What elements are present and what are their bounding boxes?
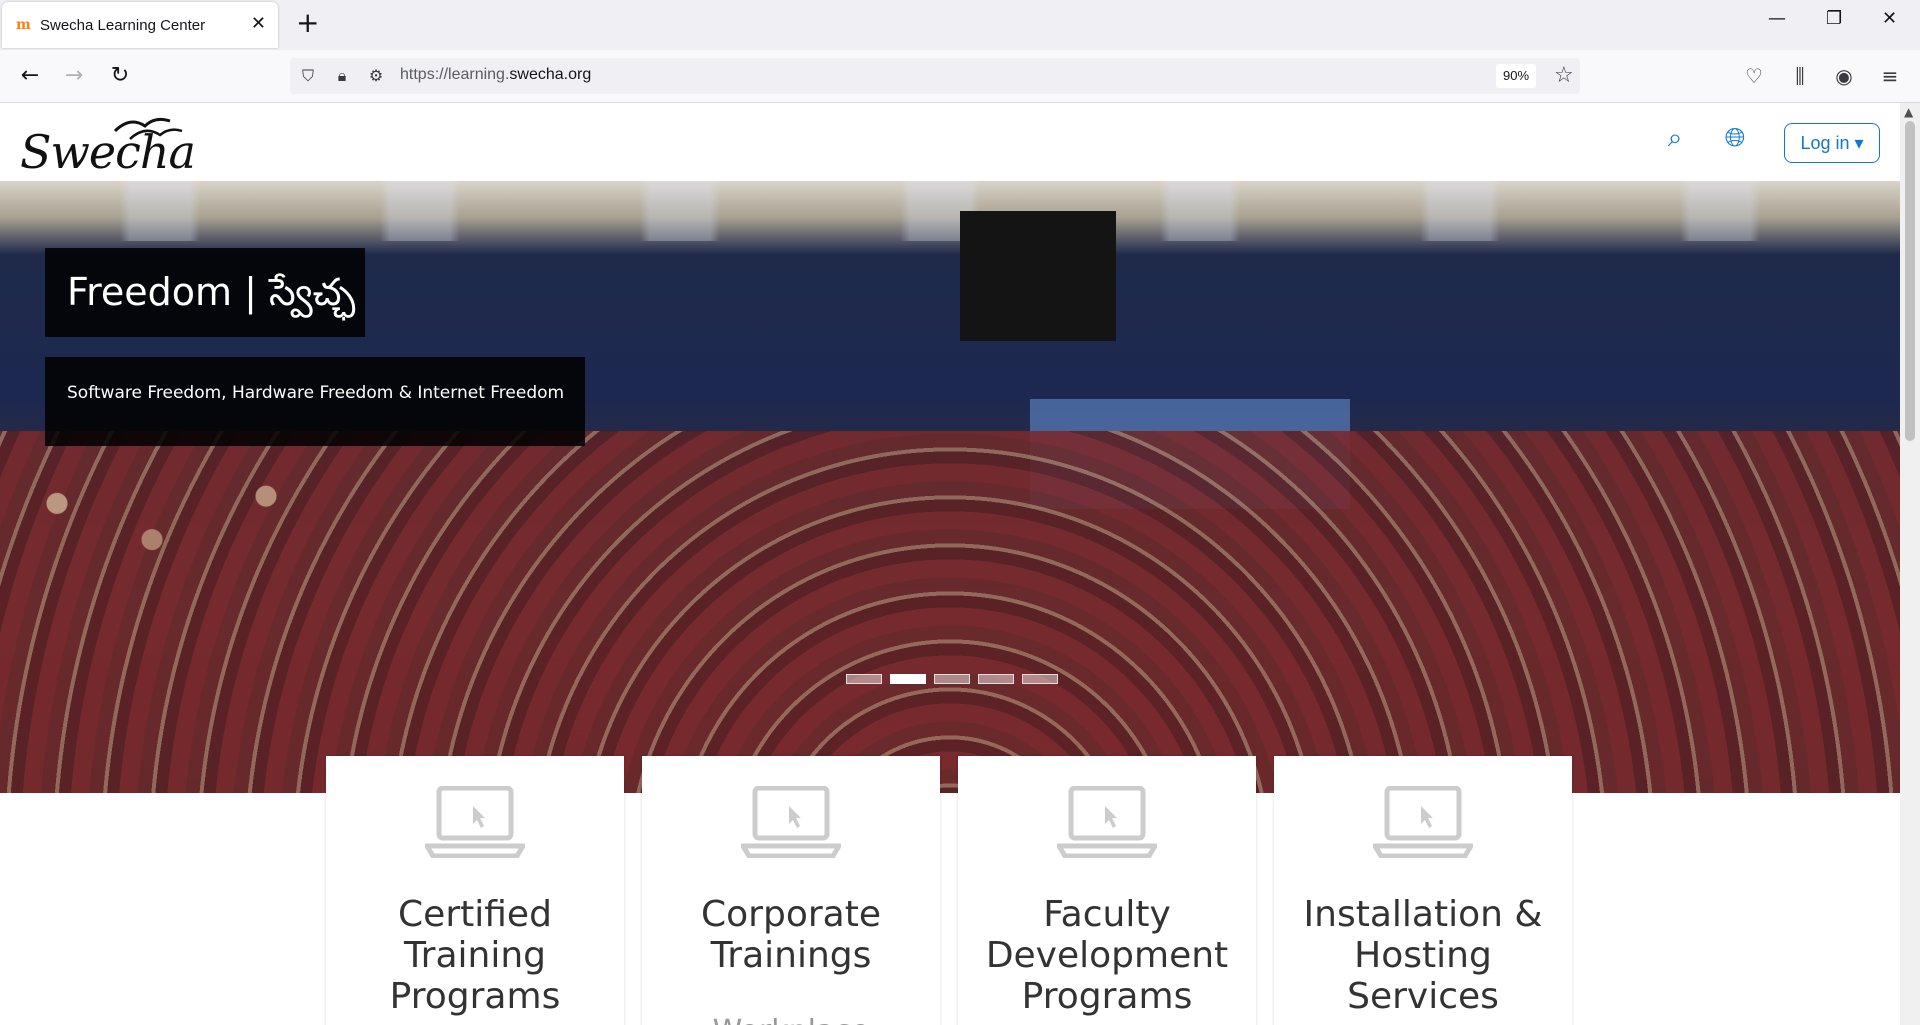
browser-tab[interactable]: m Swecha Learning Center ✕ <box>2 2 278 48</box>
card-title: Corporate Trainings <box>701 894 881 976</box>
carousel-indicator[interactable] <box>1022 674 1058 684</box>
browser-nav-bar: ← → ↻ ⛉ 🔒︎ ⚙ https://learning.swecha.org… <box>0 50 1920 103</box>
card-installation-hosting[interactable]: Installation & Hosting Services <box>1274 756 1572 1025</box>
card-title: Faculty Development Programs <box>985 894 1229 1017</box>
zoom-level-button[interactable]: 90% <box>1496 64 1536 88</box>
shield-icon[interactable]: ⛉ <box>298 66 318 86</box>
laptop-icon <box>425 786 525 858</box>
carousel-subtitle-text: Software Freedom, Hardware Freedom & Int… <box>67 383 565 403</box>
library-icon[interactable]: ⫼ <box>1786 62 1814 90</box>
laptop-icon <box>1057 786 1157 858</box>
search-icon[interactable]: ⌕ <box>1660 123 1690 153</box>
url-text[interactable]: https://learning.swecha.org <box>400 66 591 84</box>
pocket-icon[interactable]: ♡ <box>1740 62 1768 90</box>
carousel-title-text: Freedom | స్వేచ్ఛ <box>67 270 356 314</box>
carousel-caption-title: Freedom | స్వేచ్ఛ <box>45 248 365 337</box>
hero-carousel: Freedom | స్వేచ్ఛ Software Freedom, Hard… <box>0 181 1900 793</box>
new-tab-button[interactable]: + <box>296 8 319 38</box>
url-host: swecha.org <box>509 66 592 83</box>
speaker-shape <box>960 211 1116 341</box>
swecha-logo[interactable]: Swecha <box>20 107 196 179</box>
carousel-indicator[interactable] <box>978 674 1014 684</box>
card-certified-training[interactable]: Certified Training Programs <box>326 756 624 1025</box>
browser-tab-bar: m Swecha Learning Center ✕ + — ❐ ✕ <box>0 0 1920 50</box>
lock-icon[interactable]: 🔒︎ <box>332 66 352 86</box>
url-prefix: https://learning. <box>400 66 510 83</box>
bookmark-star-icon[interactable]: ☆ <box>1554 63 1574 88</box>
minimize-window-button[interactable]: — <box>1768 8 1786 29</box>
card-title: Certified Training Programs <box>389 894 561 1017</box>
scroll-up-arrow-icon[interactable]: ▲ <box>1904 105 1913 119</box>
card-faculty-development[interactable]: Faculty Development Programs <box>958 756 1256 1025</box>
reload-button[interactable]: ↻ <box>106 62 134 90</box>
menu-icon[interactable]: ≡ <box>1876 62 1904 90</box>
close-window-button[interactable]: ✕ <box>1882 8 1897 29</box>
restore-window-button[interactable]: ❐ <box>1826 8 1842 29</box>
card-title: Installation & Hosting Services <box>1303 894 1543 1017</box>
extension-icon[interactable]: ◉ <box>1830 62 1858 90</box>
forward-button[interactable]: → <box>60 62 88 90</box>
permissions-icon[interactable]: ⚙ <box>366 66 386 86</box>
site-header: Swecha ⌕ 🌐︎ Log in ▾ <box>0 103 1900 181</box>
scroll-thumb[interactable] <box>1905 121 1915 441</box>
logo-text: Swecha <box>20 125 196 179</box>
carousel-caption-subtitle: Software Freedom, Hardware Freedom & Int… <box>45 357 585 446</box>
ceiling-lights <box>0 181 1900 241</box>
language-globe-icon[interactable]: 🌐︎ <box>1720 123 1750 153</box>
tab-title: Swecha Learning Center <box>40 16 206 34</box>
close-tab-icon[interactable]: ✕ <box>251 13 266 34</box>
carousel-indicator[interactable] <box>846 674 882 684</box>
page-scrollbar[interactable]: ▲ <box>1900 103 1920 1025</box>
moodle-favicon-icon: m <box>16 17 31 33</box>
login-button[interactable]: Log in ▾ <box>1784 123 1880 163</box>
carousel-indicators <box>846 674 1058 684</box>
carousel-indicator-active[interactable] <box>890 674 926 684</box>
laptop-icon <box>1373 786 1473 858</box>
card-corporate-trainings[interactable]: Corporate Trainings Workplace <box>642 756 940 1025</box>
laptop-icon <box>741 786 841 858</box>
card-subtitle: Workplace <box>642 1014 940 1025</box>
crowd-photo <box>0 431 1900 793</box>
address-bar[interactable]: ⛉ 🔒︎ ⚙ https://learning.swecha.org 90% ☆ <box>290 58 1580 94</box>
carousel-indicator[interactable] <box>934 674 970 684</box>
web-page: Swecha ⌕ 🌐︎ Log in ▾ Freedom | స్వేచ్ఛ S… <box>0 103 1900 1025</box>
back-button[interactable]: ← <box>16 62 44 90</box>
